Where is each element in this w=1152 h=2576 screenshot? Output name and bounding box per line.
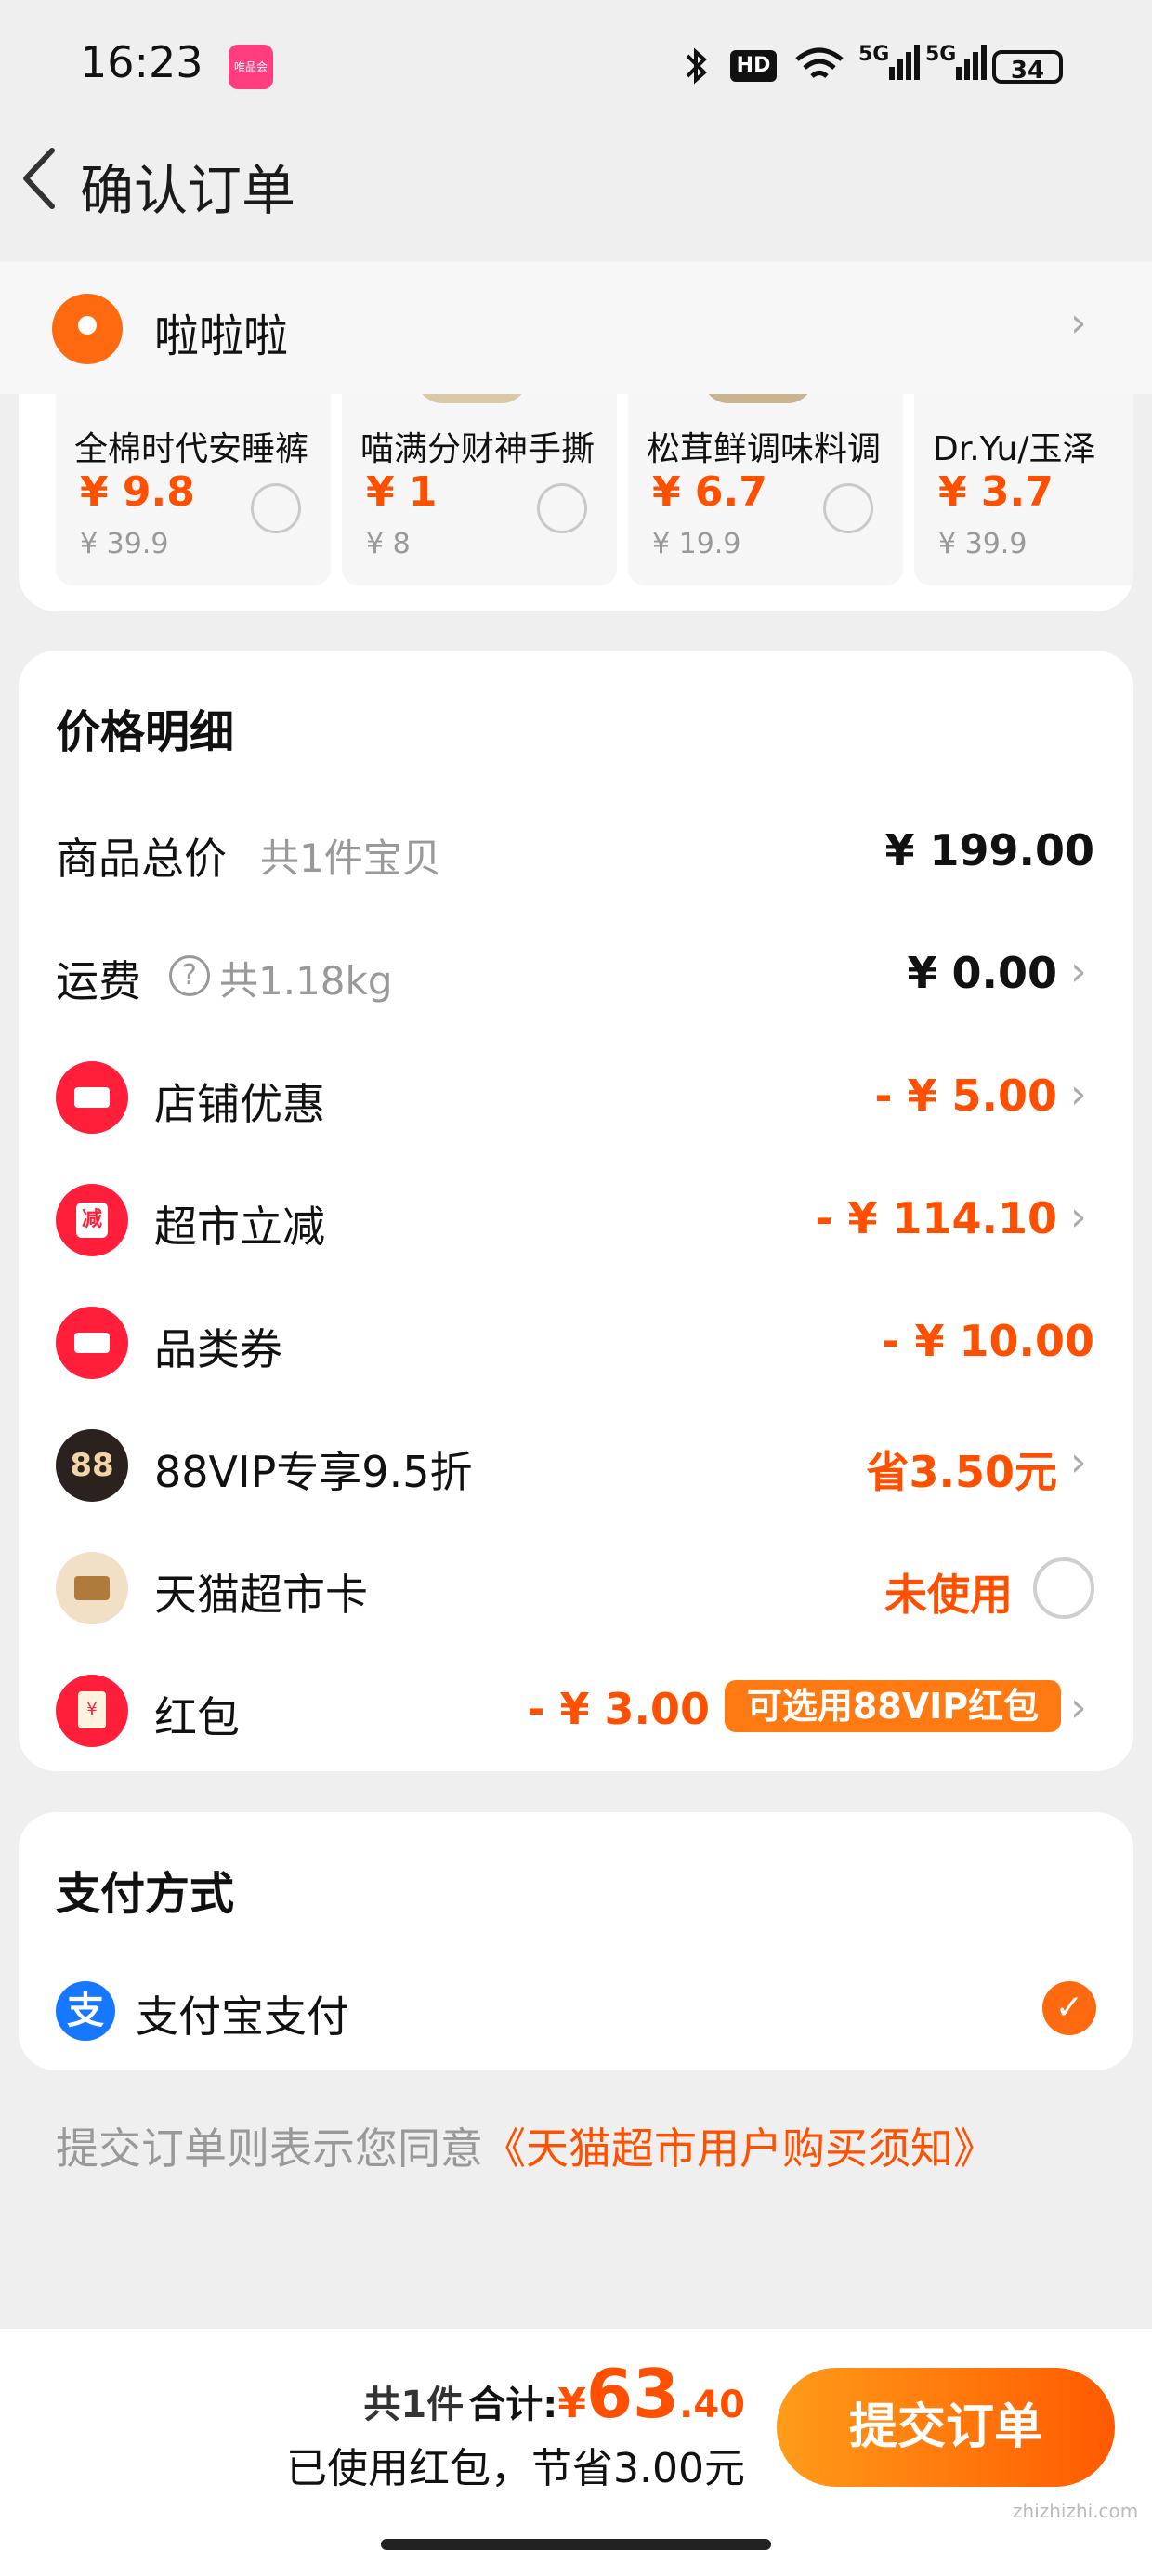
wifi-icon xyxy=(793,43,845,89)
discount-jian-icon xyxy=(56,1184,128,1256)
payment-title: 支付方式 xyxy=(56,1868,235,1920)
product-select-radio[interactable] xyxy=(251,483,301,533)
back-arrow-icon[interactable] xyxy=(13,141,69,216)
red-packet-icon xyxy=(56,1675,128,1747)
home-indicator[interactable] xyxy=(381,2539,771,2550)
category-coupon-label: 品类券 xyxy=(154,1324,282,1374)
vip-discount-label: 88VIP专享9.5折 xyxy=(154,1447,473,1497)
shipping-label: 运费 xyxy=(56,956,141,1006)
chevron-right-icon[interactable]: › xyxy=(1070,1439,1087,1486)
category-coupon-value: - ¥ 10.00 xyxy=(882,1316,1094,1366)
red-packet-value[interactable]: - ¥ 3.00 xyxy=(527,1684,710,1734)
agreement-text: 提交订单则表示您同意《天猫超市用户购买须知》 xyxy=(56,2115,996,2176)
product-original-price: ¥ 39.9 xyxy=(80,528,169,560)
product-price: ¥ 9.8 xyxy=(80,468,195,516)
market-card-label: 天猫超市卡 xyxy=(154,1570,368,1620)
total-integer: 63 xyxy=(585,2355,680,2433)
chevron-right-icon[interactable]: › xyxy=(1070,1193,1087,1241)
page-title: 确认订单 xyxy=(80,159,296,222)
app-notification-icon: 唯品会 xyxy=(229,45,273,89)
product-name: Dr.Yu/玉泽 xyxy=(933,430,1096,468)
market-cut-label: 超市立减 xyxy=(154,1202,325,1252)
signal-icon-1: 5G xyxy=(858,43,921,89)
watermark: zhizhizhi.com xyxy=(1013,2500,1139,2522)
vip-red-packet-tag[interactable]: 可选用88VIP红包 xyxy=(725,1680,1061,1732)
product-price: ¥ 6.7 xyxy=(652,468,767,516)
chevron-right-icon[interactable]: › xyxy=(1070,1684,1087,1731)
shop-discount-value[interactable]: - ¥ 5.00 xyxy=(874,1071,1057,1121)
product-original-price: ¥ 8 xyxy=(366,528,411,560)
product-card[interactable]: 喵满分财神手撕 ¥ 1 ¥ 8 xyxy=(342,394,617,585)
chevron-right-icon[interactable]: › xyxy=(1070,299,1087,347)
product-name: 全棉时代安睡裤 xyxy=(74,430,309,468)
product-card[interactable]: 松茸鲜调味料调 ¥ 6.7 ¥ 19.9 xyxy=(628,394,903,585)
status-time: 16:23 xyxy=(80,37,203,87)
battery-icon: 34 xyxy=(992,50,1063,85)
product-name: 松茸鲜调味料调 xyxy=(647,430,882,468)
chevron-right-icon[interactable]: › xyxy=(1070,948,1087,995)
checkmark-selected-icon[interactable]: ✓ xyxy=(1042,1981,1096,2035)
agreement-prefix: 提交订单则表示您同意 xyxy=(56,2123,483,2174)
product-price: ¥ 1 xyxy=(366,468,438,516)
shipping-value: ¥ 0.00 xyxy=(907,948,1057,998)
market-card-radio[interactable] xyxy=(1033,1557,1094,1619)
submit-order-button[interactable]: 提交订单 xyxy=(777,2368,1115,2487)
coupon-ticket-icon xyxy=(56,1307,128,1379)
shipping-weight: 共1.18kg xyxy=(219,958,393,1004)
vip88-icon: 88 xyxy=(56,1429,128,1502)
market-cut-value[interactable]: - ¥ 114.10 xyxy=(815,1193,1057,1243)
product-card[interactable]: Dr.Yu/玉泽 ¥ 3.7 ¥ 39.9 xyxy=(914,394,1133,585)
signal-icon-2: 5G xyxy=(925,43,988,89)
order-total: 共1件 合计:¥63.40 xyxy=(363,2355,745,2433)
alipay-icon: 支 xyxy=(56,1981,115,2041)
goods-total-count: 共1件宝贝 xyxy=(260,835,441,881)
product-image xyxy=(702,394,814,403)
item-count: 共1件 xyxy=(363,2384,465,2426)
address-name: 啦啦啦 xyxy=(154,310,289,362)
price-detail-title: 价格明细 xyxy=(56,706,235,758)
goods-total-label: 商品总价 xyxy=(56,834,227,884)
product-card[interactable]: 全棉时代安睡裤 ¥ 9.8 ¥ 39.9 xyxy=(56,394,331,585)
shop-discount-label: 店铺优惠 xyxy=(154,1079,325,1129)
chevron-right-icon[interactable]: › xyxy=(1070,1071,1087,1118)
product-original-price: ¥ 39.9 xyxy=(938,528,1028,560)
payment-method-label[interactable]: 支付宝支付 xyxy=(136,1983,349,2044)
bluetooth-icon xyxy=(684,43,710,89)
product-price: ¥ 3.7 xyxy=(938,468,1054,516)
help-icon[interactable]: ? xyxy=(169,955,210,996)
total-currency: ¥ xyxy=(557,2380,586,2427)
status-bar: 16:23 唯品会 HD 5G 5G 34 xyxy=(0,0,1152,139)
location-pin-icon xyxy=(52,294,123,364)
market-card-icon xyxy=(56,1552,128,1624)
total-label: 合计: xyxy=(468,2384,558,2426)
red-packet-label: 红包 xyxy=(154,1692,240,1742)
coupon-ticket-icon xyxy=(56,1061,128,1134)
product-name: 喵满分财神手撕 xyxy=(360,430,596,468)
product-original-price: ¥ 19.9 xyxy=(652,528,741,560)
vip-discount-value[interactable]: 省3.50元 xyxy=(867,1439,1058,1500)
product-select-radio[interactable] xyxy=(823,483,873,533)
saved-note: 已使用红包，节省3.00元 xyxy=(286,2445,745,2492)
hd-icon: HD xyxy=(730,50,777,82)
market-card-status: 未使用 xyxy=(884,1570,1013,1620)
goods-total-value: ¥ 199.00 xyxy=(884,825,1094,875)
product-select-radio[interactable] xyxy=(537,483,587,533)
product-image xyxy=(416,394,528,403)
agreement-link[interactable]: 《天猫超市用户购买须知》 xyxy=(483,2123,996,2174)
recommended-products: 全棉时代安睡裤 ¥ 9.8 ¥ 39.9 喵满分财神手撕 ¥ 1 ¥ 8 松茸鲜… xyxy=(19,394,1133,611)
total-decimal: .40 xyxy=(679,2384,745,2426)
